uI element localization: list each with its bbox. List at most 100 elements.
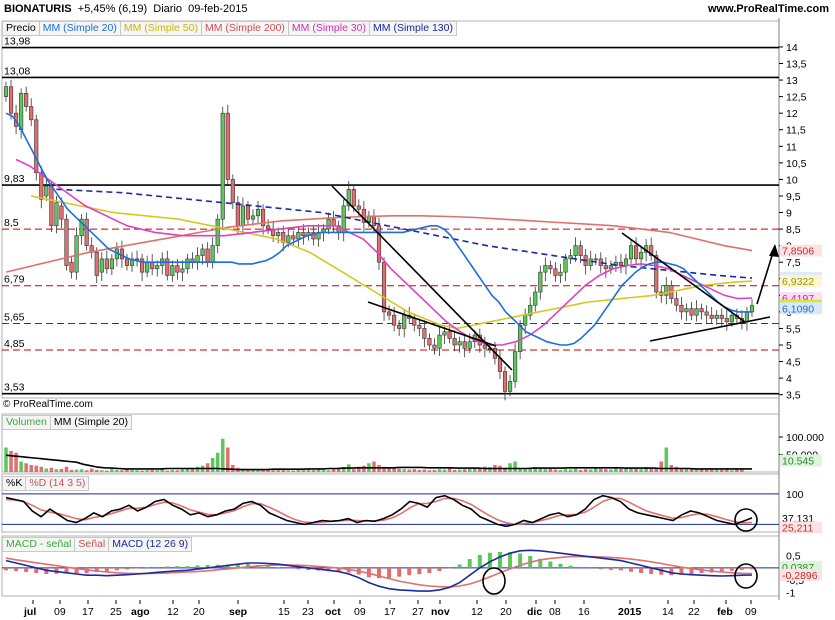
macd-tick-label: 0,5 xyxy=(786,551,801,563)
macd-hist-bar xyxy=(729,567,734,571)
legend-sma30[interactable]: MM (Simple 30) xyxy=(287,21,371,36)
candle xyxy=(119,248,124,260)
volume-bar xyxy=(100,470,104,472)
volume-bar xyxy=(563,469,568,472)
legend-price[interactable]: Precio xyxy=(2,21,40,36)
legend-macd[interactable]: MACD (12 26 9) xyxy=(108,537,193,552)
candle xyxy=(165,258,170,276)
volume-bar xyxy=(432,469,437,472)
legend-sma200[interactable]: MM (Simple 200) xyxy=(200,21,289,36)
candle xyxy=(422,328,427,339)
y-tick-label: 4,5 xyxy=(786,357,801,369)
volume-bar xyxy=(548,468,553,472)
stoch-last-d: 25,211 xyxy=(782,522,813,534)
legend-sma20[interactable]: MM (Simple 20) xyxy=(38,21,121,36)
macd-legend: MACD - señal Señal MACD (12 26 9) xyxy=(2,537,193,552)
candle xyxy=(679,304,684,313)
candle xyxy=(654,255,659,293)
candle xyxy=(447,331,452,339)
volume-bar xyxy=(538,468,543,472)
candle xyxy=(634,245,639,260)
candle xyxy=(593,258,598,261)
candle xyxy=(674,298,679,306)
candle xyxy=(462,341,467,349)
candle xyxy=(744,311,750,323)
y-tick-label: 13 xyxy=(786,75,798,87)
volume-bar xyxy=(326,470,331,472)
macd-hist-bar xyxy=(387,567,392,578)
volume-bar xyxy=(719,469,724,472)
macd-hist-bar xyxy=(155,566,160,568)
macd-hist-bar xyxy=(558,563,563,568)
legend-volume-ma[interactable]: MM (Simple 20) xyxy=(49,415,132,430)
macd-hist-bar xyxy=(598,567,603,570)
legend-macd-signal[interactable]: Señal xyxy=(74,537,110,552)
volume-bar xyxy=(84,470,89,472)
candle xyxy=(497,357,503,372)
volume-bar xyxy=(185,468,190,472)
candle xyxy=(44,185,49,197)
candle xyxy=(210,245,215,263)
volume-bar xyxy=(462,469,467,472)
macd-hist-bar xyxy=(578,566,583,568)
volume-bar xyxy=(407,469,412,472)
volume-bar xyxy=(422,469,427,472)
candle xyxy=(467,341,472,349)
candle xyxy=(34,119,39,174)
candle xyxy=(397,324,402,329)
volume-bar xyxy=(4,447,8,472)
candle xyxy=(442,331,447,336)
macd-hist-bar xyxy=(165,566,170,568)
volume-bar xyxy=(624,468,628,472)
y-tick-label: 8,5 xyxy=(786,224,801,236)
candle xyxy=(39,172,44,200)
candle xyxy=(664,285,669,296)
x-tick-label: 20 xyxy=(193,606,205,618)
candle xyxy=(381,261,387,313)
candle xyxy=(291,235,296,240)
legend-sma130[interactable]: MM (Simple 130) xyxy=(369,21,457,36)
volume-bar xyxy=(9,451,13,472)
volume-bar xyxy=(725,469,729,472)
candle xyxy=(437,334,442,349)
legend-sma50[interactable]: MM (Simple 50) xyxy=(119,21,202,36)
volume-bar xyxy=(165,470,170,472)
candle xyxy=(523,314,528,326)
interval: Diario xyxy=(153,3,183,15)
volume-bar xyxy=(115,469,119,472)
candle xyxy=(427,338,432,346)
candle xyxy=(704,311,709,316)
candle xyxy=(124,258,130,266)
change: +5,45% (6,19) xyxy=(77,3,148,15)
candle xyxy=(553,268,558,276)
legend-macd-hist[interactable]: MACD - señal xyxy=(2,537,76,552)
volume-bar xyxy=(24,463,28,472)
legend-stoch-d[interactable]: %D (14 3 5) xyxy=(25,476,90,491)
legend-stoch-k[interactable]: %K xyxy=(2,476,27,491)
volume-bar xyxy=(34,465,39,472)
chart: 1413,51312,51211,51110,5109,598,587,576,… xyxy=(1,18,824,618)
macd-hist-bar xyxy=(618,567,623,571)
site-url[interactable]: www.ProRealTime.com xyxy=(708,3,829,15)
candle xyxy=(99,258,104,273)
candle xyxy=(84,218,89,246)
volume-bar xyxy=(427,470,432,472)
candle xyxy=(603,265,608,270)
volume-bar xyxy=(150,469,154,472)
volume-bar xyxy=(362,465,366,472)
candle xyxy=(155,265,160,270)
volume-bar xyxy=(442,469,447,472)
macd-hist-bar xyxy=(407,567,412,576)
level-label: 4,85 xyxy=(4,338,25,350)
legend-volume[interactable]: Volumen xyxy=(2,415,51,430)
volume-bar xyxy=(261,470,265,472)
macd-hist-bar xyxy=(124,567,129,570)
volume-bar xyxy=(467,468,472,472)
price-legend: Precio MM (Simple 20) MM (Simple 50) MM … xyxy=(2,21,457,36)
volume-bar xyxy=(271,470,275,472)
volume-bar xyxy=(588,469,593,472)
macd-hist-bar xyxy=(608,567,613,570)
volume-bar xyxy=(175,470,180,472)
volume-bar xyxy=(135,470,139,472)
x-tick-label: 25 xyxy=(110,606,122,618)
